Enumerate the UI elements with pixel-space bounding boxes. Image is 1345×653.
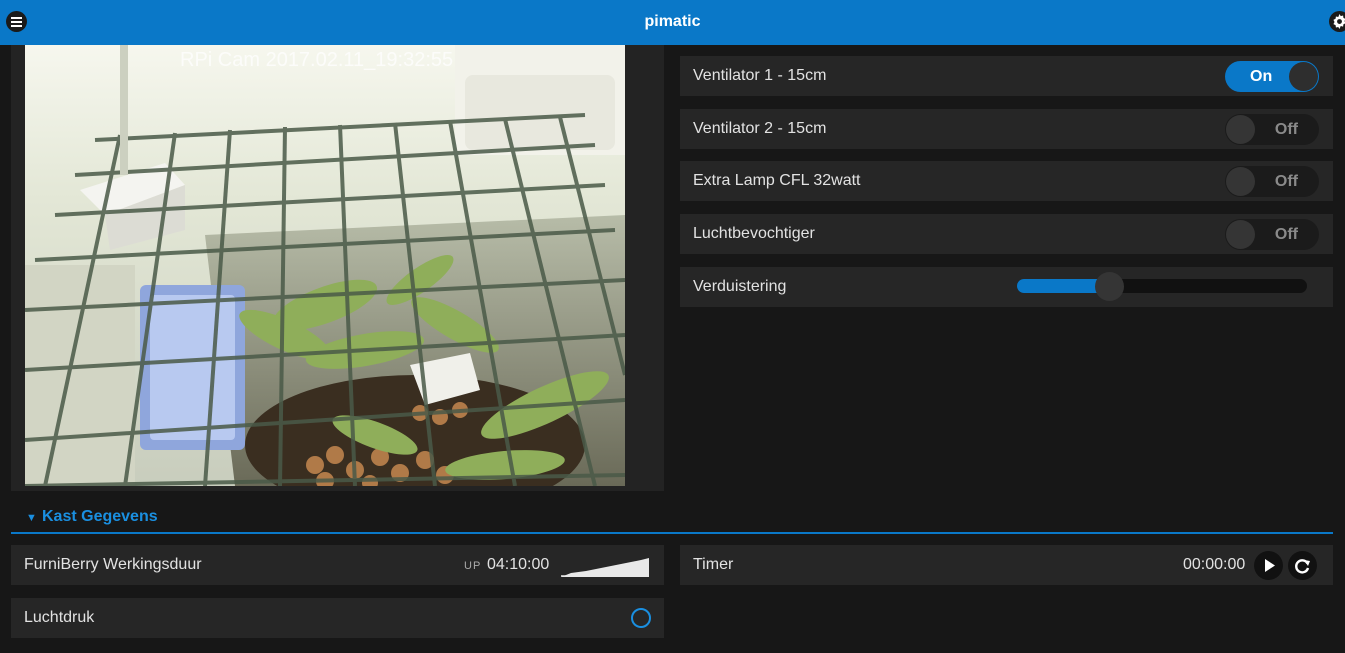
device-label: Timer [693, 556, 734, 573]
toggle-switch[interactable]: Off [1225, 219, 1319, 250]
device-row-luchtdruk: Luchtdruk [11, 598, 664, 638]
device-label: Ventilator 1 - 15cm [693, 67, 827, 84]
camera-timestamp: RPi Cam 2017.02.11_19:32:55 [180, 49, 453, 71]
camera-panel: RPi Cam 2017.02.11_19:32:55 [11, 45, 664, 491]
toggle-switch[interactable]: Off [1225, 166, 1319, 197]
circle-icon[interactable] [631, 608, 651, 628]
device-label: Luchtbevochtiger [693, 225, 815, 242]
device-row-timer: Timer 00:00:00 [680, 545, 1333, 585]
group-title: Kast Gegevens [42, 508, 158, 525]
app-title: pimatic [644, 13, 701, 30]
toggle-knob [1226, 220, 1255, 249]
uptime-sparkline [561, 558, 649, 577]
device-row-uptime: FurniBerry Werkingsduur UP 04:10:00 [11, 545, 664, 585]
camera-image[interactable]: RPi Cam 2017.02.11_19:32:55 [25, 45, 625, 486]
toggle-state: Off [1274, 121, 1298, 138]
toggle-state: Off [1274, 173, 1298, 190]
timer-value: 00:00:00 [1183, 556, 1246, 573]
device-row-ventilator-1: Ventilator 1 - 15cm On [680, 56, 1333, 96]
device-row-luchtbevochtiger: Luchtbevochtiger Off [680, 214, 1333, 254]
dimmer-slider[interactable] [1017, 272, 1307, 301]
reset-button[interactable] [1288, 551, 1317, 580]
refresh-icon [1295, 559, 1310, 574]
toggle-switch[interactable]: Off [1225, 114, 1319, 145]
toggle-state: On [1250, 68, 1273, 85]
uptime-value: 04:10:00 [487, 556, 550, 573]
toggle-knob [1289, 62, 1318, 91]
toggle-knob [1226, 115, 1255, 144]
device-row-verduistering: Verduistering [680, 267, 1333, 307]
group-header[interactable]: ▼ Kast Gegevens [11, 506, 1333, 534]
device-label: Extra Lamp CFL 32watt [693, 172, 861, 189]
device-row-ventilator-2: Ventilator 2 - 15cm Off [680, 109, 1333, 149]
play-icon [1265, 559, 1275, 572]
toggle-knob [1226, 167, 1255, 196]
caret-down-icon: ▼ [26, 512, 37, 524]
gear-icon[interactable] [1329, 11, 1345, 32]
toggle-switch[interactable]: On [1225, 61, 1319, 92]
uptime-prefix: UP [464, 560, 482, 572]
device-label: FurniBerry Werkingsduur [24, 556, 202, 573]
play-button[interactable] [1254, 551, 1283, 580]
app-header: pimatic [0, 0, 1345, 45]
device-label: Verduistering [693, 278, 787, 295]
toggle-state: Off [1274, 226, 1298, 243]
device-label: Luchtdruk [24, 609, 95, 626]
device-label: Ventilator 2 - 15cm [693, 120, 827, 137]
dimmer-slider-handle[interactable] [1095, 272, 1125, 301]
device-row-extra-lamp: Extra Lamp CFL 32watt Off [680, 161, 1333, 201]
